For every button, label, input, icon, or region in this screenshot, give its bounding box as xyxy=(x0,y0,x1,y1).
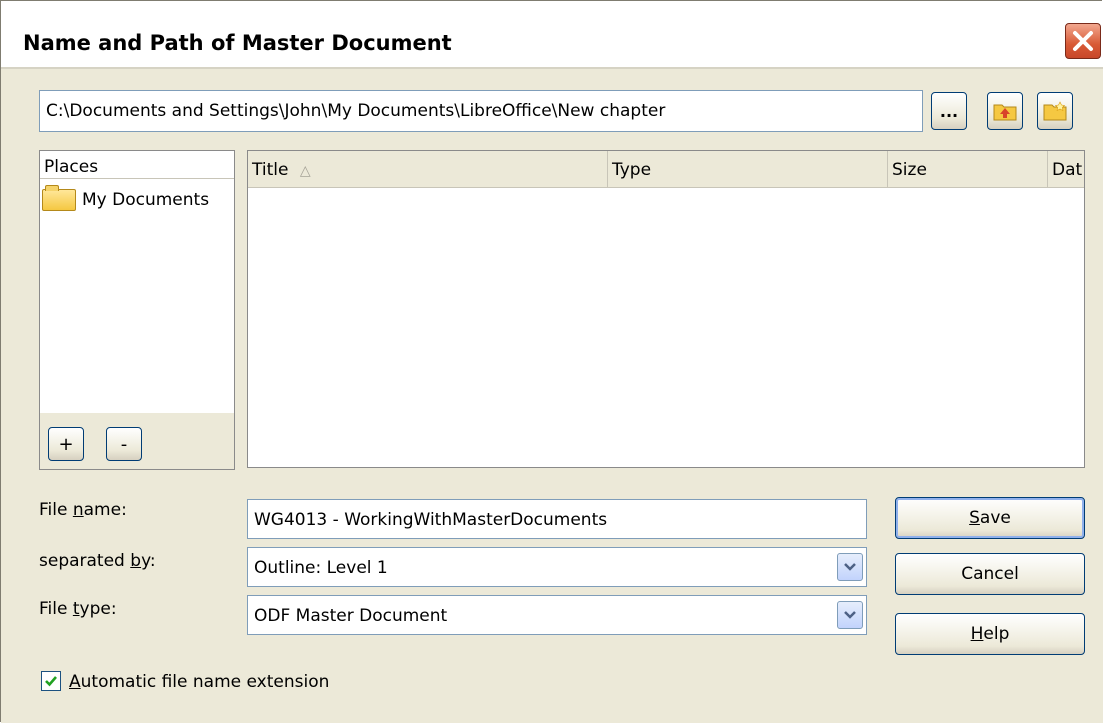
new-folder-icon xyxy=(1043,101,1067,121)
file-name-label-pre: File xyxy=(39,500,73,520)
file-name-label: File name: xyxy=(39,500,127,520)
file-type-label-post: ype: xyxy=(79,599,117,619)
file-list-header: Title △ Type Size Dat xyxy=(248,151,1084,188)
separated-by-label-accel: b xyxy=(130,551,142,571)
help-button-rest: elp xyxy=(983,624,1010,644)
column-title-label: Title xyxy=(252,160,289,180)
places-footer: + - xyxy=(40,413,234,469)
places-header: Places xyxy=(40,151,234,179)
places-item-label: My Documents xyxy=(82,190,210,210)
checkmark-icon xyxy=(45,676,57,687)
file-type-select[interactable]: ODF Master Document xyxy=(247,595,867,635)
close-icon xyxy=(1073,31,1093,51)
column-title[interactable]: Title △ xyxy=(248,151,608,187)
separated-by-label-post: y: xyxy=(141,551,156,571)
chevron-down-icon xyxy=(844,611,856,619)
save-button[interactable]: Save xyxy=(895,497,1085,539)
remove-place-button[interactable]: - xyxy=(106,427,142,461)
auto-extension-label[interactable]: Automatic file name extension xyxy=(69,672,329,692)
file-name-label-accel: n xyxy=(72,500,84,520)
browse-label: ... xyxy=(939,101,959,121)
auto-extension-checkbox[interactable] xyxy=(41,671,61,691)
dialog-title: Name and Path of Master Document xyxy=(23,31,452,55)
sort-ascending-icon: △ xyxy=(299,163,311,179)
add-place-label: + xyxy=(58,433,74,455)
up-folder-icon xyxy=(993,104,1017,121)
add-place-button[interactable]: + xyxy=(48,427,84,461)
save-button-rest: ave xyxy=(979,508,1011,528)
file-list[interactable]: Title △ Type Size Dat xyxy=(247,150,1085,468)
folder-icon xyxy=(42,185,76,211)
column-size-label: Size xyxy=(892,160,927,180)
file-type-label-pre: File xyxy=(39,599,73,619)
chevron-down-icon xyxy=(844,563,856,571)
new-folder-button[interactable] xyxy=(1037,92,1073,130)
column-type-label: Type xyxy=(612,160,652,180)
column-date[interactable]: Dat xyxy=(1048,151,1084,187)
save-button-accel: S xyxy=(969,508,980,528)
separated-by-select[interactable]: Outline: Level 1 xyxy=(247,547,867,587)
file-name-input[interactable]: WG4013 - WorkingWithMasterDocuments xyxy=(247,499,867,539)
separated-by-label-pre: separated xyxy=(39,551,131,571)
file-name-label-post: ame: xyxy=(83,500,127,520)
up-folder-button[interactable] xyxy=(987,92,1023,130)
cancel-button[interactable]: Cancel xyxy=(895,553,1085,595)
cancel-button-label: Cancel xyxy=(961,564,1019,584)
separated-by-dropdown-button[interactable] xyxy=(837,553,863,581)
help-button-accel: H xyxy=(970,624,984,644)
file-type-label: File type: xyxy=(39,599,117,619)
separated-by-value: Outline: Level 1 xyxy=(254,558,388,578)
column-type[interactable]: Type xyxy=(608,151,888,187)
folder-path-field[interactable]: C:\Documents and Settings\John\My Docume… xyxy=(39,90,923,132)
help-button[interactable]: Help xyxy=(895,613,1085,655)
remove-place-label: - xyxy=(120,433,128,455)
places-panel: Places My Documents + - xyxy=(39,150,235,470)
separated-by-label: separated by: xyxy=(39,551,156,571)
file-type-value: ODF Master Document xyxy=(254,606,448,626)
close-button[interactable] xyxy=(1065,23,1101,59)
save-master-document-dialog: Name and Path of Master Document C:\Docu… xyxy=(0,0,1103,723)
column-date-label: Dat xyxy=(1052,160,1083,180)
file-type-dropdown-button[interactable] xyxy=(837,601,863,629)
auto-extension-label-accel: A xyxy=(69,672,81,692)
places-item-my-documents[interactable]: My Documents xyxy=(42,185,210,213)
column-size[interactable]: Size xyxy=(888,151,1048,187)
auto-extension-label-rest: utomatic file name extension xyxy=(80,672,330,692)
browse-button[interactable]: ... xyxy=(931,92,967,130)
file-type-label-accel: t xyxy=(72,599,80,619)
